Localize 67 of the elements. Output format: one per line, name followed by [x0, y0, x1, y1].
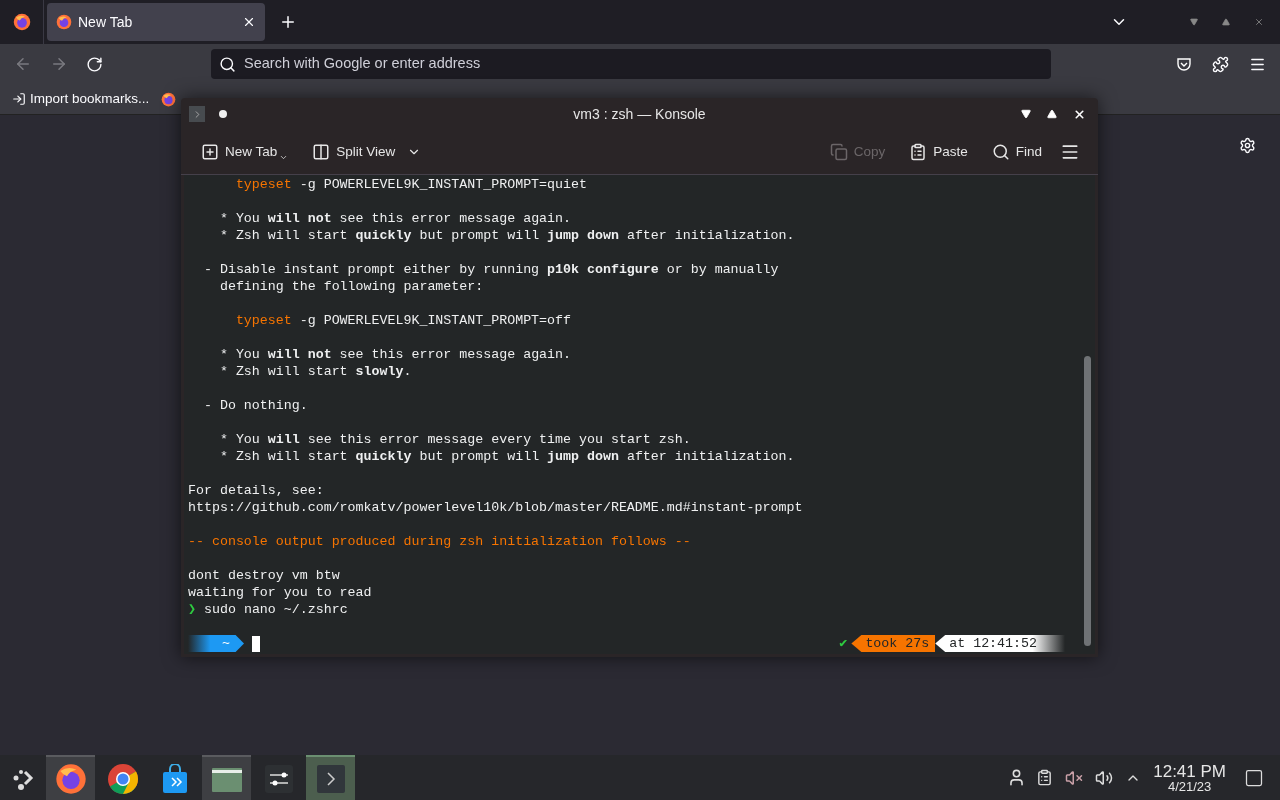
search-icon	[219, 55, 236, 73]
clipboard-icon[interactable]	[1036, 769, 1054, 786]
cursor	[252, 635, 260, 652]
prompt-symbol: ❯	[188, 601, 196, 618]
sliders-icon	[264, 764, 293, 793]
terminal-line: * Zsh will start quickly but prompt will jump down after initialization.	[218, 449, 795, 464]
terminal-line: * Zsh will start quickly but prompt will jump down after initialization.	[218, 228, 795, 243]
terminal-line: typeset -g POWERLEVEL9K_INSTANT_PROMPT=quiet	[234, 177, 587, 192]
extensions-icon[interactable]	[1212, 55, 1229, 73]
bookmark-item[interactable]: Import bookmarks...	[12, 88, 150, 110]
menu-icon[interactable]	[1060, 142, 1080, 162]
muted-speaker-icon[interactable]	[1065, 768, 1084, 787]
address-bar[interactable]: Search with Google or enter address	[211, 49, 1051, 79]
clock-time: 12:41 PM	[1153, 762, 1226, 780]
speaker-icon[interactable]	[1095, 768, 1114, 787]
new-tab-icon[interactable]	[279, 13, 297, 31]
paste-button[interactable]: Paste	[907, 141, 970, 163]
terminal-line: For details, see:	[188, 483, 324, 498]
close-icon[interactable]	[1073, 107, 1086, 121]
chrome-icon	[106, 762, 139, 795]
firefox-menu-icon	[12, 13, 31, 31]
show-desktop-icon[interactable]	[1244, 767, 1264, 788]
firefox-bookmark-icon	[161, 91, 177, 107]
clock-date: 4/21/23	[1167, 779, 1212, 793]
pocket-icon[interactable]	[1176, 56, 1192, 72]
terminal-line: dont destroy vm btw	[188, 568, 340, 583]
settings-icon[interactable]	[1239, 137, 1256, 154]
taskbar-app[interactable]	[46, 755, 95, 800]
taskbar-app[interactable]	[202, 755, 251, 800]
terminal-line: * You will see this error message every time you start zsh.	[218, 432, 691, 447]
clock[interactable]: 12:41 PM 4/21/23	[1153, 762, 1226, 793]
terminal-line: typeset -g POWERLEVEL9K_INSTANT_PROMPT=off	[234, 313, 571, 328]
reload-icon[interactable]	[86, 55, 103, 73]
terminal-line: * You will not see this error message again.	[218, 347, 572, 362]
terminal-line: - Do nothing.	[202, 398, 308, 413]
firefox-icon	[54, 762, 87, 795]
split-view-icon	[312, 143, 331, 161]
import-icon	[12, 92, 26, 106]
terminal-line: * You will not see this error message again.	[218, 211, 572, 226]
window-title: vm3 : zsh — Konsole	[573, 104, 706, 124]
shopping-bag-icon	[160, 763, 189, 794]
time-segment: at 12:41:52	[935, 635, 1065, 652]
split-view-button[interactable]: Split View	[310, 141, 424, 163]
firefox-tab-icon	[56, 14, 72, 30]
close-icon[interactable]	[242, 15, 256, 29]
directory-segment: ~	[188, 635, 244, 652]
status-ok: ✔	[839, 635, 848, 652]
terminal-line: defining the following parameter:	[218, 279, 484, 294]
terminal-line: waiting for you to read	[188, 585, 372, 600]
terminal-line: -- console output produced during zsh initialization follows --	[188, 534, 691, 549]
terminal-line: * Zsh will start slowly.	[218, 364, 412, 379]
browser-tab[interactable]: New Tab	[47, 3, 265, 41]
new-tab-button[interactable]: New Tab	[199, 141, 291, 163]
terminal-line: - Disable instant prompt either by running p10k configure or by manually	[202, 262, 779, 277]
scrollbar-thumb[interactable]	[1083, 356, 1091, 646]
new-tab-icon	[201, 143, 219, 161]
terminal-icon	[316, 764, 345, 793]
find-button[interactable]: Find	[989, 141, 1044, 163]
terminal-line: https://github.com/romkatv/powerlevel10k/blob/master/README.md#instant-prompt	[188, 500, 803, 515]
copy-icon	[829, 143, 848, 161]
search-icon	[991, 143, 1010, 161]
folder-icon	[211, 765, 242, 792]
clipboard-icon	[909, 143, 928, 161]
bookmark-item[interactable]	[161, 91, 177, 107]
duration-segment: took 27s	[851, 635, 936, 652]
terminal-line: sudo nano ~/.zshrc	[204, 601, 348, 618]
keep-above-icon[interactable]	[219, 110, 227, 118]
